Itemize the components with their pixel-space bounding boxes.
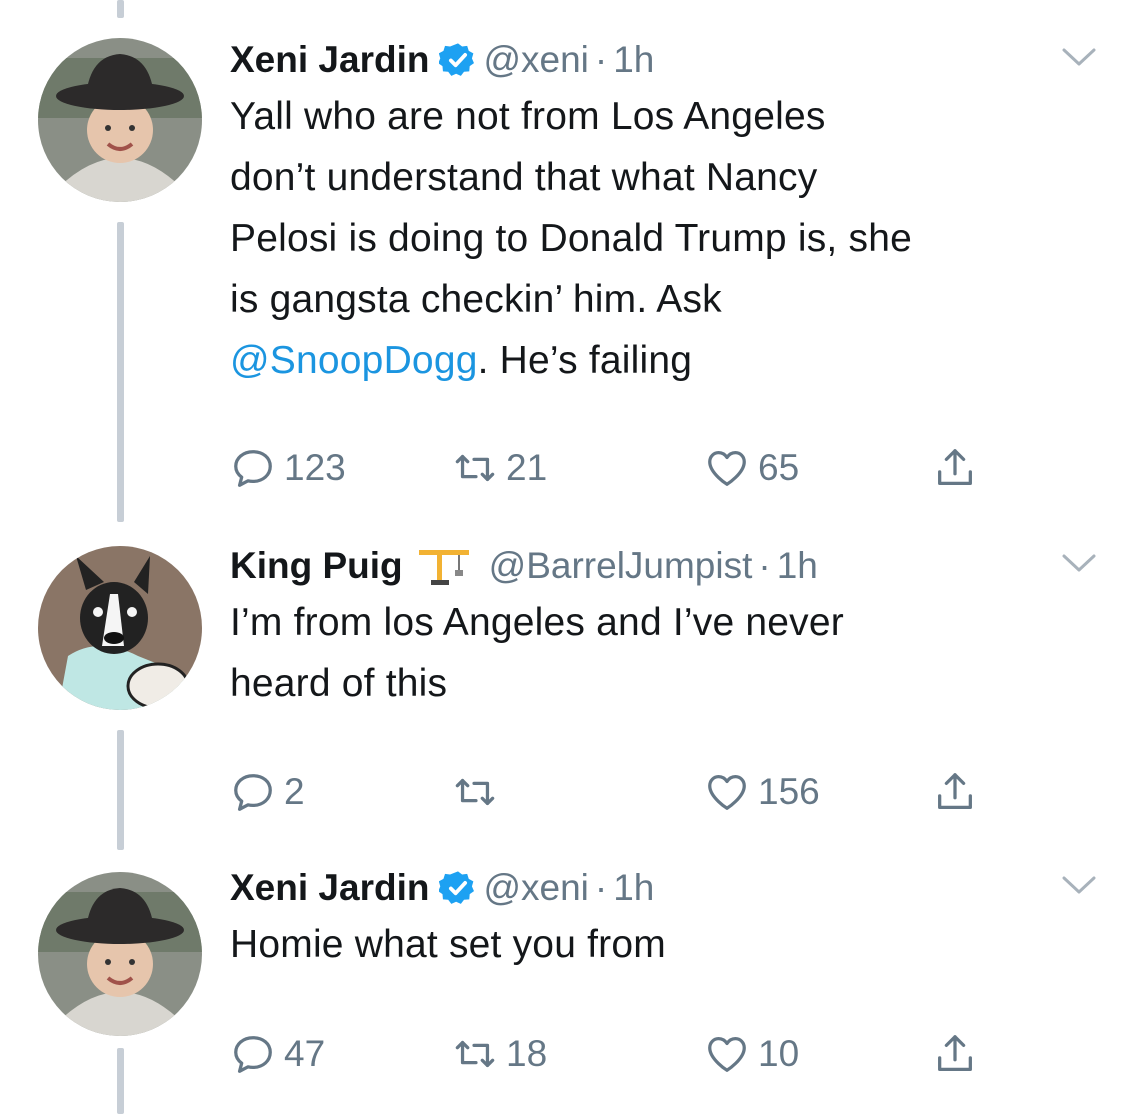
tweet-text: Yall who are not from Los Angeles don’t … xyxy=(230,86,1110,391)
mention-link[interactable]: @SnoopDogg xyxy=(230,339,478,382)
chevron-down-icon[interactable] xyxy=(1058,870,1100,898)
retweet-icon xyxy=(455,778,495,806)
tweet-text: I’m from los Angeles and I’ve never hear… xyxy=(230,601,844,705)
avatar[interactable] xyxy=(38,546,202,710)
tweet-header: Xeni Jardin @xeni · 1h xyxy=(230,864,1110,912)
display-name[interactable]: Xeni Jardin xyxy=(230,867,429,909)
share-icon xyxy=(938,773,972,809)
user-handle[interactable]: @xeni xyxy=(483,867,588,909)
reply-count: 2 xyxy=(284,771,305,812)
timestamp[interactable]: 1h xyxy=(777,545,818,587)
chevron-down-icon[interactable] xyxy=(1058,42,1100,70)
tweet[interactable]: Xeni Jardin @xeni · 1h Yall who are not … xyxy=(230,36,1110,391)
like-button[interactable]: 10 xyxy=(704,1030,799,1078)
separator-dot: · xyxy=(594,867,608,908)
reply-button[interactable]: 2 xyxy=(230,768,305,816)
tweet[interactable]: Xeni Jardin @xeni · 1h Homie what set yo… xyxy=(230,864,1110,975)
retweet-icon xyxy=(455,454,495,482)
retweet-count: 18 xyxy=(506,1033,548,1074)
avatar[interactable] xyxy=(38,38,202,202)
separator-dot: · xyxy=(594,39,608,80)
timestamp[interactable]: 1h xyxy=(613,867,654,909)
like-count: 65 xyxy=(758,447,800,488)
like-button[interactable]: 156 xyxy=(704,768,820,816)
user-handle[interactable]: @xeni xyxy=(483,39,588,81)
chevron-down-icon[interactable] xyxy=(1058,548,1100,576)
person-wide-brim-hat-avatar xyxy=(38,872,202,1036)
retweet-button[interactable]: 21 xyxy=(452,444,547,492)
share-icon xyxy=(938,449,972,485)
thread-line xyxy=(117,0,124,18)
share-button[interactable] xyxy=(932,768,986,816)
verified-badge-icon xyxy=(439,871,475,904)
share-button[interactable] xyxy=(932,444,986,492)
like-count: 10 xyxy=(758,1033,800,1074)
retweet-button[interactable] xyxy=(452,768,506,816)
crane-emoji-icon xyxy=(418,550,469,585)
reply-count: 123 xyxy=(284,447,346,488)
reply-icon xyxy=(234,1036,272,1073)
timestamp[interactable]: 1h xyxy=(613,39,654,81)
heart-icon xyxy=(708,775,746,810)
separator-dot: · xyxy=(758,545,771,586)
reply-button[interactable]: 123 xyxy=(230,444,346,492)
verified-badge-icon xyxy=(439,43,475,76)
tweet-text-part: . He’s failing xyxy=(477,339,693,382)
like-button[interactable]: 65 xyxy=(704,444,799,492)
retweet-icon xyxy=(455,1040,495,1068)
tweet-text-part: Yall who are not from Los Angeles don’t … xyxy=(230,95,912,321)
reply-icon xyxy=(234,774,272,811)
tweet-text: Homie what set you from xyxy=(230,923,666,966)
display-name[interactable]: King Puig xyxy=(230,545,403,587)
reply-button[interactable]: 47 xyxy=(230,1030,325,1078)
retweet-button[interactable]: 18 xyxy=(452,1030,547,1078)
tweet-header: Xeni Jardin @xeni · 1h xyxy=(230,36,1110,84)
thread-line xyxy=(117,730,124,850)
user-handle[interactable]: @BarrelJumpist xyxy=(489,545,753,587)
tweet-actions: 47 18 10 xyxy=(230,1030,1030,1078)
display-name[interactable]: Xeni Jardin xyxy=(230,39,429,81)
retweet-count: 21 xyxy=(506,447,548,488)
tweet[interactable]: King Puig @BarrelJumpist · 1h I’m from l… xyxy=(230,542,1110,714)
share-button[interactable] xyxy=(932,1030,986,1078)
boston-terrier-avatar xyxy=(38,546,202,710)
tweet-actions: 123 21 65 xyxy=(230,444,1030,492)
avatar[interactable] xyxy=(38,872,202,1036)
tweet-header: King Puig @BarrelJumpist · 1h xyxy=(230,542,1110,590)
heart-icon xyxy=(708,1037,746,1072)
share-icon xyxy=(938,1035,972,1071)
person-wide-brim-hat-avatar xyxy=(38,38,202,202)
thread-line xyxy=(117,1048,124,1114)
thread-line xyxy=(117,222,124,522)
like-count: 156 xyxy=(758,771,820,812)
heart-icon xyxy=(708,451,746,486)
reply-count: 47 xyxy=(284,1033,326,1074)
reply-icon xyxy=(234,450,272,487)
tweet-actions: 2 156 xyxy=(230,768,1030,816)
